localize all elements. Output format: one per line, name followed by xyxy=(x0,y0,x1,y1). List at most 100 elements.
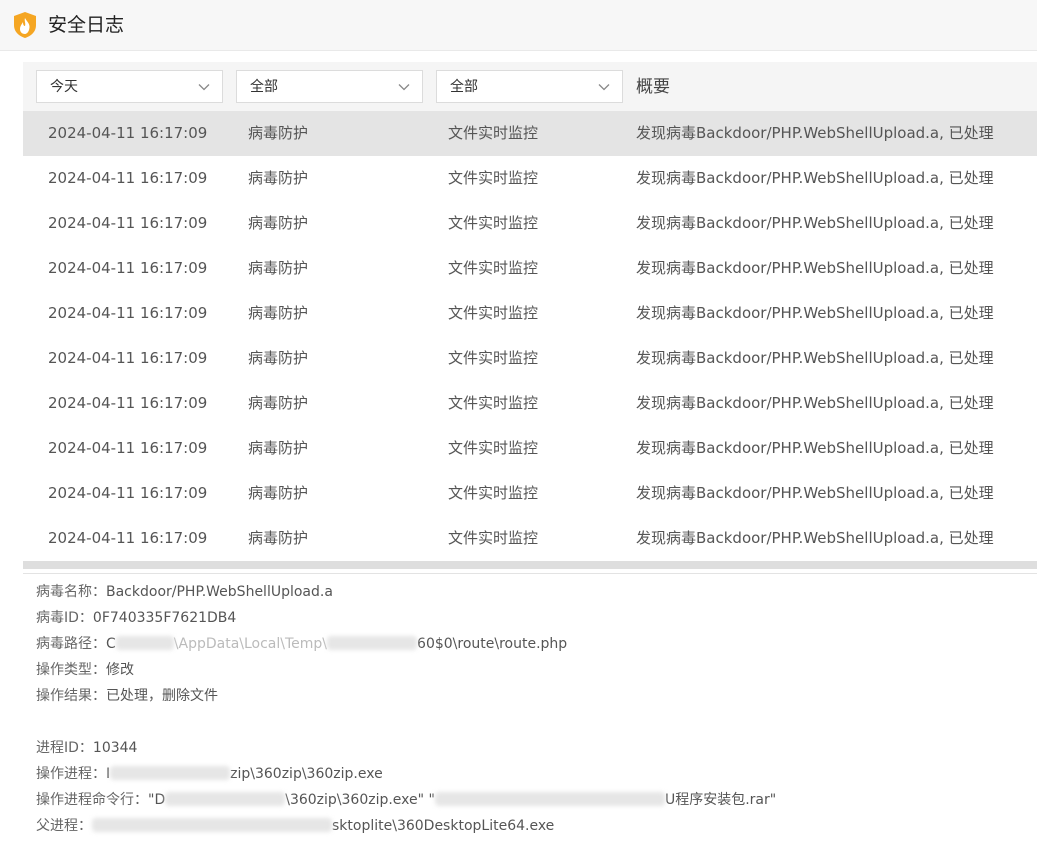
row-summary: 发现病毒Backdoor/PHP.WebShellUpload.a, 已处理 xyxy=(636,349,994,367)
detail-virus-name: 病毒名称：Backdoor/PHP.WebShellUpload.a xyxy=(36,582,333,602)
op-type-label: 操作类型： xyxy=(36,662,106,678)
virus-path-part: C xyxy=(106,636,116,652)
table-row[interactable]: 2024-04-11 16:17:09 病毒防护 文件实时监控 发现病毒Back… xyxy=(23,426,1037,471)
row-summary: 发现病毒Backdoor/PHP.WebShellUpload.a, 已处理 xyxy=(636,529,994,547)
page-title: 安全日志 xyxy=(48,14,125,36)
summary-column-header: 概要 xyxy=(636,77,670,97)
row-module: 文件实时监控 xyxy=(448,124,539,142)
virus-path-label: 病毒路径： xyxy=(36,636,106,652)
cmdline-part: U程序安装包.rar" xyxy=(664,792,777,808)
detail-cmdline: 操作进程命令行："D \360zip\360zip.exe" " U程序安装包.ra… xyxy=(36,790,776,810)
row-type: 病毒防护 xyxy=(248,169,309,187)
detail-parent-process: 父进程： sktoplite\360DesktopLite64.exe xyxy=(36,816,554,836)
row-type: 病毒防护 xyxy=(248,259,309,277)
virus-id-value: 0F740335F7621DB4 xyxy=(92,610,237,626)
detail-pid: 进程ID：10344 xyxy=(36,738,137,758)
log-table: 2024-04-11 16:17:09 病毒防护 文件实时监控 发现病毒Back… xyxy=(23,111,1037,561)
row-summary: 发现病毒Backdoor/PHP.WebShellUpload.a, 已处理 xyxy=(636,124,994,142)
row-type: 病毒防护 xyxy=(248,304,309,322)
row-module: 文件实时监控 xyxy=(448,259,539,277)
row-summary: 发现病毒Backdoor/PHP.WebShellUpload.a, 已处理 xyxy=(636,439,994,457)
horizontal-scrollbar[interactable] xyxy=(23,561,1037,569)
table-row[interactable]: 2024-04-11 16:17:09 病毒防护 文件实时监控 发现病毒Back… xyxy=(23,291,1037,336)
row-time: 2024-04-11 16:17:09 xyxy=(48,304,208,322)
redacted-text xyxy=(110,766,231,780)
shield-flame-icon xyxy=(14,12,36,38)
table-row[interactable]: 2024-04-11 16:17:09 病毒防护 文件实时监控 发现病毒Back… xyxy=(23,471,1037,516)
row-summary: 发现病毒Backdoor/PHP.WebShellUpload.a, 已处理 xyxy=(636,304,994,322)
row-type: 病毒防护 xyxy=(248,124,309,142)
virus-id-label: 病毒ID： xyxy=(36,610,93,626)
detail-op-type: 操作类型：修改 xyxy=(36,660,134,680)
row-summary: 发现病毒Backdoor/PHP.WebShellUpload.a, 已处理 xyxy=(636,394,994,412)
filter-bar: 今天 全部 全部 概要 xyxy=(23,62,1037,111)
row-time: 2024-04-11 16:17:09 xyxy=(48,529,208,547)
row-type: 病毒防护 xyxy=(248,484,309,502)
process-part: zip\360zip\360zip.exe xyxy=(230,766,383,782)
chevron-down-icon xyxy=(598,84,610,91)
cmdline-label: 操作进程命令行： xyxy=(36,792,148,808)
row-type: 病毒防护 xyxy=(248,214,309,232)
row-summary: 发现病毒Backdoor/PHP.WebShellUpload.a, 已处理 xyxy=(636,484,994,502)
row-time: 2024-04-11 16:17:09 xyxy=(48,394,208,412)
row-module: 文件实时监控 xyxy=(448,529,539,547)
redacted-text xyxy=(115,636,174,650)
row-module: 文件实时监控 xyxy=(448,394,539,412)
redacted-text xyxy=(92,818,332,832)
category-filter-select[interactable]: 全部 xyxy=(236,70,423,103)
row-summary: 发现病毒Backdoor/PHP.WebShellUpload.a, 已处理 xyxy=(636,259,994,277)
row-module: 文件实时监控 xyxy=(448,484,539,502)
detail-process: 操作进程：I zip\360zip\360zip.exe xyxy=(36,764,383,784)
row-module: 文件实时监控 xyxy=(448,169,539,187)
row-summary: 发现病毒Backdoor/PHP.WebShellUpload.a, 已处理 xyxy=(636,169,994,187)
cmdline-part: "D xyxy=(148,792,166,808)
table-row[interactable]: 2024-04-11 16:17:09 病毒防护 文件实时监控 发现病毒Back… xyxy=(23,156,1037,201)
parent-value: sktoplite\360DesktopLite64.exe xyxy=(332,818,555,834)
source-filter-value: 全部 xyxy=(450,79,478,95)
process-label: 操作进程： xyxy=(36,766,106,782)
table-row[interactable]: 2024-04-11 16:17:09 病毒防护 文件实时监控 发现病毒Back… xyxy=(23,336,1037,381)
parent-label: 父进程： xyxy=(36,818,92,834)
detail-virus-path: 病毒路径：C \AppData\Local\Temp\ 60$0\route\rou… xyxy=(36,634,567,654)
table-row[interactable]: 2024-04-11 16:17:09 病毒防护 文件实时监控 发现病毒Back… xyxy=(23,381,1037,426)
virus-name-value: Backdoor/PHP.WebShellUpload.a xyxy=(106,584,333,600)
detail-op-result: 操作结果：已处理，删除文件 xyxy=(36,686,218,706)
redacted-text xyxy=(434,792,665,806)
row-time: 2024-04-11 16:17:09 xyxy=(48,259,208,277)
date-filter-select[interactable]: 今天 xyxy=(36,70,223,103)
table-row[interactable]: 2024-04-11 16:17:09 病毒防护 文件实时监控 发现病毒Back… xyxy=(23,246,1037,291)
row-type: 病毒防护 xyxy=(248,439,309,457)
virus-path-part: 60$0\route\route.php xyxy=(417,636,568,652)
table-row[interactable]: 2024-04-11 16:17:09 病毒防护 文件实时监控 发现病毒Back… xyxy=(23,516,1037,561)
row-summary: 发现病毒Backdoor/PHP.WebShellUpload.a, 已处理 xyxy=(636,214,994,232)
chevron-down-icon xyxy=(398,84,410,91)
op-result-label: 操作结果： xyxy=(36,688,106,704)
title-bar: 安全日志 xyxy=(0,0,1037,51)
row-module: 文件实时监控 xyxy=(448,304,539,322)
divider xyxy=(23,573,1037,574)
cmdline-part: \360zip\360zip.exe" " xyxy=(285,792,435,808)
row-module: 文件实时监控 xyxy=(448,439,539,457)
virus-path-part: \AppData\Local\Temp\ xyxy=(173,636,328,652)
date-filter-value: 今天 xyxy=(50,79,78,95)
source-filter-select[interactable]: 全部 xyxy=(436,70,623,103)
virus-name-label: 病毒名称： xyxy=(36,584,106,600)
redacted-text xyxy=(165,792,286,806)
redacted-text xyxy=(327,636,418,650)
row-time: 2024-04-11 16:17:09 xyxy=(48,214,208,232)
row-time: 2024-04-11 16:17:09 xyxy=(48,124,208,142)
pid-label: 进程ID： xyxy=(36,740,93,756)
pid-value: 10344 xyxy=(92,740,138,756)
row-time: 2024-04-11 16:17:09 xyxy=(48,439,208,457)
row-type: 病毒防护 xyxy=(248,349,309,367)
chevron-down-icon xyxy=(198,84,210,91)
row-type: 病毒防护 xyxy=(248,529,309,547)
category-filter-value: 全部 xyxy=(250,79,278,95)
row-time: 2024-04-11 16:17:09 xyxy=(48,349,208,367)
row-time: 2024-04-11 16:17:09 xyxy=(48,484,208,502)
op-type-value: 修改 xyxy=(106,662,134,678)
detail-virus-id: 病毒ID：0F740335F7621DB4 xyxy=(36,608,236,628)
table-row[interactable]: 2024-04-11 16:17:09 病毒防护 文件实时监控 发现病毒Back… xyxy=(23,201,1037,246)
table-row[interactable]: 2024-04-11 16:17:09 病毒防护 文件实时监控 发现病毒Back… xyxy=(23,111,1037,156)
row-type: 病毒防护 xyxy=(248,394,309,412)
